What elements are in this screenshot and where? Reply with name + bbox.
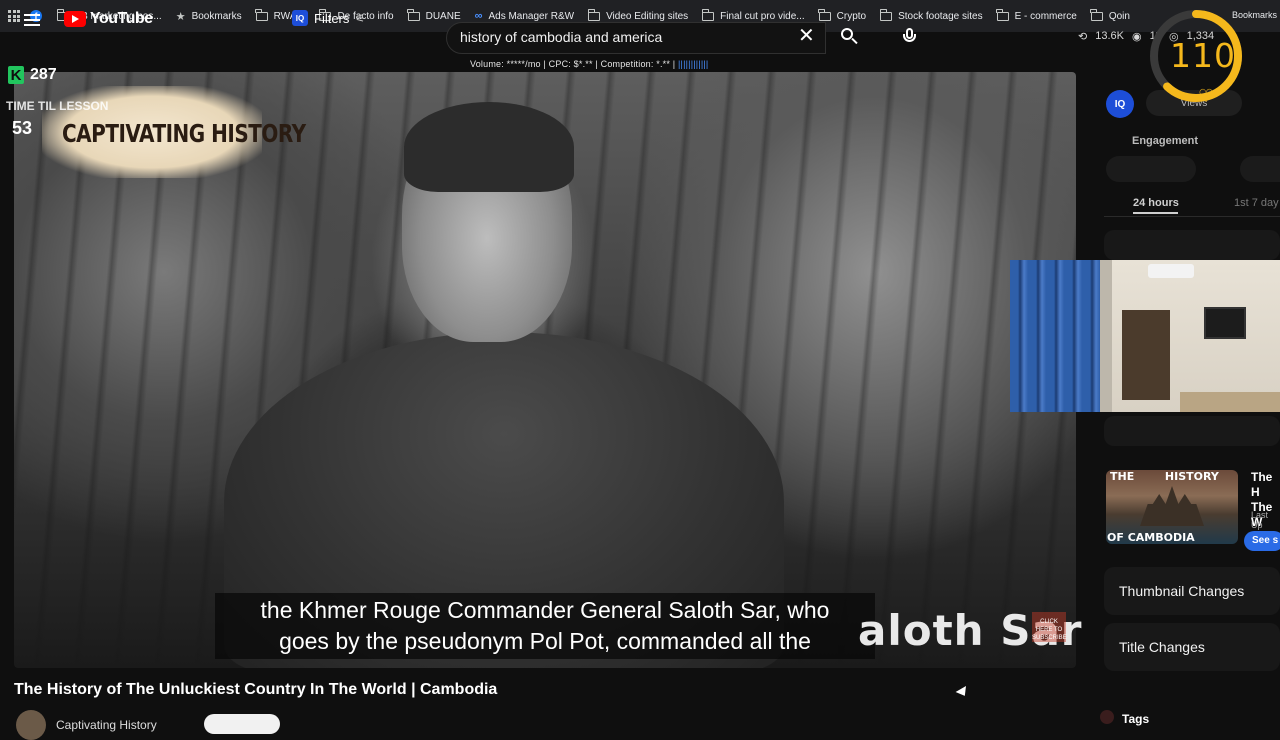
sliders-icon: ⚟	[355, 12, 366, 25]
stat-views: 13.6K	[1095, 30, 1124, 42]
folder-icon	[587, 8, 601, 21]
folder-icon	[996, 8, 1009, 21]
divider	[1104, 216, 1280, 217]
bookmark-stock-footage[interactable]: Stock footage sites	[873, 0, 990, 32]
bookmark-label: Ads Manager R&W	[488, 10, 575, 22]
bookmark-label: DUANE	[425, 10, 461, 22]
channel-avatar[interactable]	[16, 710, 46, 740]
thumbnail-top-text: THE HISTORY	[1110, 470, 1219, 483]
thumb-text-b: HISTORY	[1164, 470, 1219, 483]
folder-icon	[407, 8, 420, 21]
heart-icon: ♡	[1198, 86, 1215, 106]
youtube-logo[interactable]: YouTube	[64, 10, 153, 28]
meta-icon: ∞	[474, 10, 483, 22]
search-input[interactable]: history of cambodia and america	[460, 29, 662, 45]
bookmark-ecommerce[interactable]: E - commerce	[990, 0, 1084, 32]
youtube-play-icon	[64, 11, 86, 27]
webcam-tv	[1204, 307, 1246, 339]
metric-pill[interactable]	[1240, 156, 1280, 182]
webcam-ac	[1148, 264, 1194, 278]
keyword-stats-bar: Volume: *****/mo | CPC: $*.** | Competit…	[470, 59, 708, 69]
webcam-frame	[1100, 260, 1112, 412]
bookmark-label: Stock footage sites	[898, 10, 983, 22]
see-stats-button[interactable]: See s	[1244, 531, 1280, 551]
thumb-text-a: THE	[1110, 470, 1135, 483]
clear-search-icon[interactable]: ✕	[798, 26, 815, 46]
gauge-value: 110	[1170, 36, 1236, 75]
keyword-stats-text: Volume: *****/mo | CPC: $*.** | Competit…	[470, 59, 676, 69]
timer-label: TIME TIL LESSON	[6, 99, 109, 113]
k-score-value: 287	[30, 66, 57, 83]
last-updated: Last Up	[1251, 510, 1269, 530]
folder-icon	[818, 8, 831, 21]
chart-card	[1104, 416, 1280, 446]
folder-icon	[255, 8, 268, 21]
thumbnail-bottom-text: OF CAMBODIA	[1107, 531, 1195, 544]
mouse-cursor	[955, 686, 970, 699]
channel-name[interactable]: Captivating History	[56, 718, 157, 732]
channel-logo-text: CAPTIVATING HISTORY	[62, 118, 306, 148]
bookmark-label: Bookmarks	[191, 10, 242, 22]
apps-grid-icon[interactable]	[8, 10, 20, 22]
thumbnail-changes-label: Thumbnail Changes	[1119, 583, 1245, 599]
filters-label: Filters	[314, 10, 350, 26]
video-subtitles: the Khmer Rouge Commander General Saloth…	[215, 593, 875, 659]
chart-card	[1104, 230, 1280, 260]
folder-icon	[879, 8, 893, 21]
webcam-curtain	[1010, 260, 1100, 412]
menu-icon[interactable]	[24, 14, 40, 26]
vidiq-logo-icon[interactable]: IQ	[1106, 90, 1134, 118]
search-button[interactable]	[836, 24, 866, 52]
tags-icon	[1100, 710, 1114, 724]
title-changes-label: Title Changes	[1119, 639, 1205, 655]
timeframe-7d-tab[interactable]: 1st 7 day	[1234, 197, 1279, 209]
bookmark-label: E - commerce	[1014, 10, 1077, 22]
bookmark-label: Final cut pro vide...	[720, 10, 805, 22]
keyword-bars: ||||||||||||	[678, 59, 709, 69]
bookmark-label: Qoin	[1108, 10, 1130, 22]
metric-pill[interactable]	[1106, 156, 1196, 182]
youtube-wordmark: YouTube	[90, 10, 153, 27]
subtitle-line-2: goes by the pseudonym Pol Pot, commanded…	[279, 628, 811, 654]
filters-button[interactable]: IQ Filters ⚟	[292, 10, 365, 26]
voice-search-icon[interactable]	[900, 26, 920, 48]
video-title: The History of The Unluckiest Country In…	[14, 681, 498, 698]
channel-row: Captivating History	[16, 710, 157, 740]
folder-icon	[1090, 8, 1103, 21]
thumb-text-red	[1138, 470, 1161, 483]
star-icon: ★	[175, 10, 186, 23]
engagement-label: Engagement	[1132, 135, 1199, 147]
video-figure-hair	[404, 102, 574, 192]
history-icon: ⟲	[1078, 31, 1088, 43]
folder-icon	[701, 8, 715, 21]
bookmark-label: Video Editing sites	[606, 10, 689, 22]
webcam-desk	[1180, 392, 1280, 412]
tags-label[interactable]: Tags	[1122, 712, 1149, 726]
subtitle-line-1: the Khmer Rouge Commander General Saloth…	[260, 597, 830, 623]
bookmark-bookmarks[interactable]: ★ Bookmarks	[169, 0, 249, 32]
bookmark-qoin[interactable]: Qoin	[1084, 0, 1137, 32]
eye-icon: ◉	[1131, 31, 1142, 43]
k-score-badge: K 287	[8, 66, 57, 84]
subscribe-button[interactable]	[204, 714, 280, 734]
subscribe-watermark[interactable]: CLICK HERE TO SUBSCRIBE	[1032, 612, 1067, 642]
timeframe-24h-tab[interactable]: 24 hours	[1133, 197, 1179, 209]
active-tab-underline	[1133, 212, 1178, 214]
k-icon: K	[8, 66, 24, 84]
webcam-door	[1122, 310, 1170, 400]
vidiq-icon: IQ	[292, 10, 308, 26]
bookmark-label: Crypto	[836, 10, 867, 22]
related-title-line1: The H	[1251, 470, 1273, 499]
timer-value: 53	[12, 118, 33, 138]
